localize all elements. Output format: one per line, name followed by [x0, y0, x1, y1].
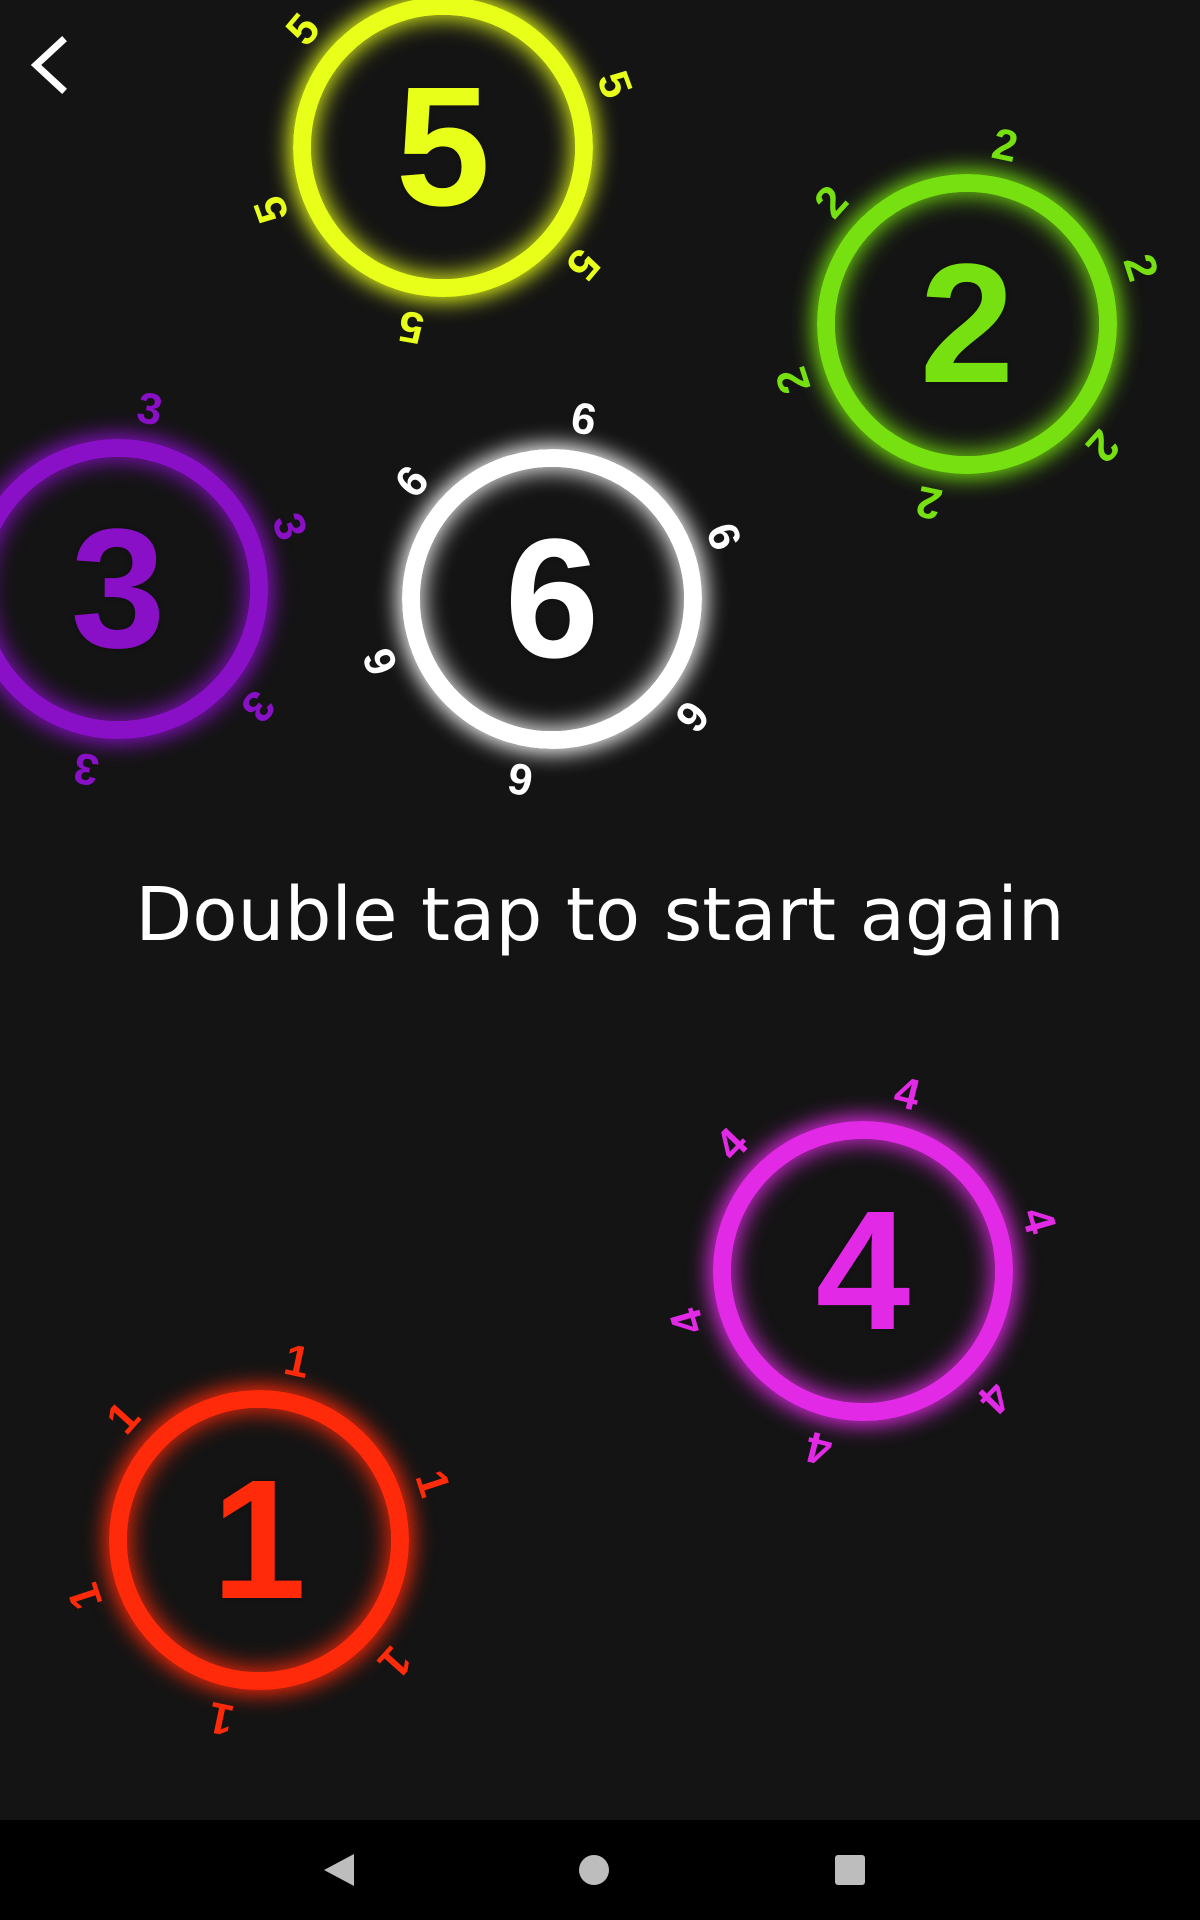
token-number: 6 [504, 504, 600, 694]
token-tick-text: 5 [244, 189, 299, 230]
token-tick-text: 4 [660, 1302, 715, 1340]
token-tick-text: 1 [203, 1692, 239, 1746]
token-tick-text: 6 [504, 752, 537, 805]
token-number: 5 [395, 52, 491, 242]
token-tick-text: 2 [1113, 248, 1168, 287]
back-button[interactable] [20, 25, 80, 105]
player-token-1[interactable]: 1 111111 [58, 1335, 459, 1745]
nav-back-button[interactable] [308, 1840, 368, 1900]
nav-home-button[interactable] [564, 1840, 624, 1900]
token-tick-text: 2 [911, 476, 947, 530]
player-token-6[interactable]: 6 666666 [353, 393, 750, 805]
token-tick-text: 1 [279, 1334, 315, 1388]
system-navigation-bar [0, 1820, 1200, 1920]
player-token-5[interactable]: 5 555555 [244, 0, 642, 353]
player-token-4[interactable]: 4 444444 [661, 1067, 1066, 1475]
player-token-3[interactable]: 3 333333 [0, 383, 317, 795]
token-tick-text: 5 [395, 300, 428, 353]
square-recents-icon [835, 1855, 865, 1885]
token-number: 1 [211, 1445, 307, 1635]
circle-home-icon [579, 1855, 609, 1885]
token-tick-text: 3 [262, 506, 317, 547]
token-tick-text: 4 [801, 1421, 837, 1475]
token-tick-text: 1 [58, 1577, 113, 1616]
token-tick-text: 1 [405, 1464, 460, 1503]
restart-instruction: Double tap to start again [135, 872, 1065, 958]
token-number: 2 [919, 229, 1015, 419]
token-tick-text: 4 [1011, 1202, 1066, 1240]
triangle-back-icon [324, 1854, 354, 1886]
token-tick-text: 2 [766, 361, 821, 400]
token-number: 3 [70, 494, 166, 684]
player-token-2[interactable]: 2 222222 [766, 119, 1167, 529]
token-tick-text: 5 [587, 64, 642, 105]
token-tick-text: 6 [696, 516, 751, 557]
nav-recents-button[interactable] [820, 1840, 880, 1900]
game-screen[interactable]: 5 555555 2 222222 3 333333 6 666666 Doub… [0, 0, 1200, 1920]
chevron-left-icon [30, 36, 67, 94]
token-tick-text: 3 [70, 742, 103, 795]
token-tick-text: 2 [987, 118, 1023, 172]
token-number: 4 [815, 1176, 911, 1366]
token-tick-text: 6 [353, 641, 408, 682]
token-tick-text: 3 [133, 383, 166, 436]
token-tick-text: 6 [567, 393, 600, 446]
token-tick-text: 4 [889, 1067, 925, 1121]
